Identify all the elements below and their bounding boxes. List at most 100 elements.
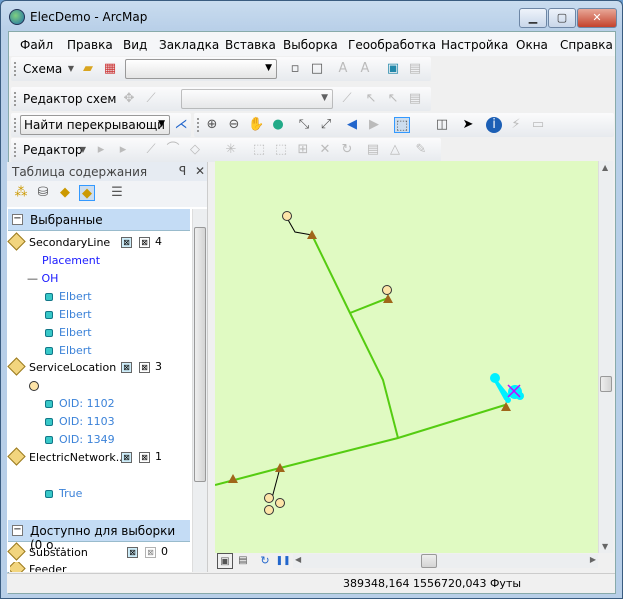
identify-icon[interactable]: i (486, 117, 502, 133)
new-schema-icon[interactable]: ▦ (102, 61, 118, 77)
list-item[interactable]: Elbert (45, 326, 92, 339)
create-features-icon[interactable]: ✎ (413, 142, 429, 158)
hyperlink-icon[interactable]: ⚡ (508, 117, 524, 133)
schema-globe-icon[interactable]: ▣ (385, 61, 401, 77)
group-selected[interactable]: − Выбранные (8, 209, 190, 231)
enlarge-icon[interactable]: □ (309, 61, 325, 77)
menu-windows[interactable]: Окна (516, 38, 548, 52)
toc-scrollbar[interactable] (192, 209, 207, 572)
menu-selection[interactable]: Выборка (283, 38, 338, 52)
layer-substation[interactable]: Substation (7, 542, 88, 561)
maximize-button[interactable]: ▢ (548, 8, 576, 28)
full-extent-globe-icon[interactable]: ● (270, 117, 286, 133)
pan-hand-icon[interactable]: ✋ (248, 117, 264, 133)
fixed-zoom-out-icon[interactable]: ⤢ (318, 117, 334, 133)
find-overlaps-combo[interactable]: Найти перекрывающи ▼ (20, 115, 170, 135)
properties-icon[interactable]: ▤ (407, 91, 423, 107)
zoom-toggle[interactable]: ⊠ (139, 362, 150, 373)
split-icon[interactable]: ✕ (317, 142, 333, 158)
annotation-edit-icon[interactable]: ▸ (115, 142, 131, 158)
toolbar-grip[interactable] (14, 62, 16, 76)
schema-editor-combo[interactable]: ▼ (181, 89, 333, 109)
schema-disabled-icon[interactable]: ▤ (407, 61, 423, 77)
layer-servicelocation[interactable]: ServiceLocation (7, 357, 116, 376)
menu-insert[interactable]: Вставка (225, 38, 276, 52)
back-arrow-icon[interactable]: ◀ (344, 117, 360, 133)
options-icon[interactable]: ☰ (109, 185, 125, 201)
list-by-drawing-order-icon[interactable]: ⁂ (13, 185, 29, 201)
selectable-toggle[interactable]: ⊠ (127, 547, 138, 558)
cut-polygons-icon[interactable]: ⊞ (295, 142, 311, 158)
menu-edit[interactable]: Правка (67, 38, 113, 52)
map-horizontal-scrollbar[interactable]: ◀ ▶ (293, 554, 598, 568)
list-item[interactable]: Elbert (45, 344, 92, 357)
data-view-icon[interactable]: ▣ (217, 553, 233, 569)
minimize-button[interactable]: ▁ (519, 8, 547, 28)
schema-combo[interactable]: ▼ (125, 59, 277, 79)
list-item[interactable]: True (45, 487, 82, 500)
pause-drawing-icon[interactable]: ❚❚ (275, 553, 291, 569)
rotate-icon[interactable]: ↻ (339, 142, 355, 158)
selectable-toggle[interactable]: ⊠ (121, 452, 132, 463)
zoom-toggle[interactable]: ⊠ (139, 237, 150, 248)
menu-customize[interactable]: Настройка (441, 38, 508, 52)
list-by-source-icon[interactable]: ⛁ (35, 185, 51, 201)
attributes-icon[interactable]: ▤ (365, 142, 381, 158)
list-by-selection-icon[interactable]: ◆ (79, 185, 95, 201)
toolbar-grip[interactable] (14, 143, 16, 157)
select-features-icon[interactable]: ⬚ (394, 117, 410, 133)
select2-icon[interactable]: ↖ (385, 91, 401, 107)
refresh-icon[interactable]: ↻ (257, 553, 273, 569)
open-folder-icon[interactable]: ▰ (80, 61, 96, 77)
html-popup-icon[interactable]: ▭ (530, 117, 546, 133)
sketch-properties-icon[interactable]: △ (387, 142, 403, 158)
layout-view-icon[interactable]: ▤ (235, 553, 251, 569)
close-button[interactable]: ✕ (577, 8, 617, 28)
scroll-thumb[interactable] (600, 376, 612, 392)
midpoint-icon[interactable]: ✳ (223, 142, 239, 158)
reshape-feature-icon[interactable]: ⬚ (273, 142, 289, 158)
map-canvas[interactable] (214, 161, 598, 553)
font-increase-icon[interactable]: A (357, 61, 373, 77)
select-elements-arrow-icon[interactable]: ➤ (460, 117, 476, 133)
zoom-toggle[interactable]: ⊠ (145, 547, 156, 558)
topology-icon[interactable]: ⋌ (173, 117, 189, 133)
layer-electricnetwork[interactable]: ElectricNetwork... (7, 447, 126, 466)
layer-feeder[interactable]: Feeder (10, 562, 67, 572)
reshape-icon[interactable]: ⟋ (143, 91, 159, 107)
scroll-thumb[interactable] (421, 554, 437, 568)
zoom-toggle[interactable]: ⊠ (139, 452, 150, 463)
menu-file[interactable]: Файл (20, 38, 53, 52)
schema-editor-menu[interactable]: Редактор схем (23, 92, 116, 106)
move-icon[interactable]: ✥ (121, 91, 137, 107)
fixed-zoom-in-icon[interactable]: ⤡ (296, 117, 312, 133)
menu-bookmarks[interactable]: Закладка (159, 38, 219, 52)
menu-geoprocessing[interactable]: Геообработка (348, 38, 436, 52)
toolbar-grip[interactable] (14, 92, 16, 106)
straight-segment-icon[interactable]: ⟋ (143, 142, 159, 158)
selectable-toggle[interactable]: ⊠ (121, 237, 132, 248)
toolbar-grip[interactable] (197, 118, 199, 132)
layer-secondaryline[interactable]: SecondaryLine (7, 232, 110, 251)
select-icon[interactable]: ↖ (363, 91, 379, 107)
list-by-visibility-icon[interactable]: ◆ (57, 185, 73, 201)
group-available[interactable]: − Доступно для выборки (0 о... (8, 520, 190, 552)
map-view[interactable] (214, 161, 598, 553)
arc-segment-icon[interactable]: ⌒ (165, 142, 181, 158)
edit-vertices-icon[interactable]: ⬚ (251, 142, 267, 158)
zoom-out-icon[interactable]: ⊖ (226, 117, 242, 133)
font-decrease-icon[interactable]: A (335, 61, 351, 77)
toc-close-icon[interactable]: ✕ (195, 164, 205, 178)
list-item[interactable]: OID: 1349 (45, 433, 115, 446)
clear-selection-icon[interactable]: ◫ (434, 117, 450, 133)
pin-icon[interactable]: ꟼ (179, 164, 186, 178)
list-item[interactable]: OID: 1103 (45, 415, 115, 428)
menu-view[interactable]: Вид (123, 38, 147, 52)
zoom-in-icon[interactable]: ⊕ (204, 117, 220, 133)
list-item[interactable]: Elbert (45, 308, 92, 321)
construction-icon[interactable]: ◇ (187, 142, 203, 158)
editor-menu[interactable]: Редактор (23, 143, 82, 157)
link-icon[interactable]: ⟋ (339, 91, 355, 107)
reduce-icon[interactable]: ▫ (287, 61, 303, 77)
edit-tool-icon[interactable]: ▸ (93, 142, 109, 158)
